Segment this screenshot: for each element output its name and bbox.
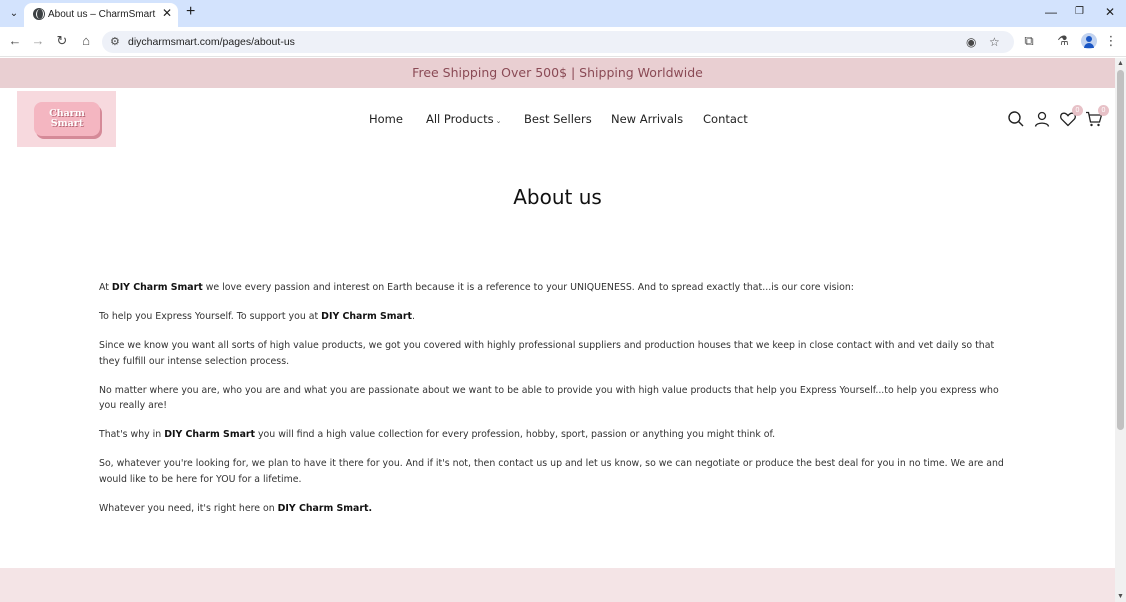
footer-band (0, 568, 1115, 602)
scroll-thumb[interactable] (1117, 70, 1124, 430)
restore-icon[interactable]: ❐ (1075, 3, 1084, 21)
paragraph: Since we know you want all sorts of high… (99, 340, 995, 367)
window-close-icon[interactable]: ✕ (1105, 3, 1115, 21)
address-bar[interactable]: ⚙ diycharmsmart.com/pages/about-us ◉ ☆ (102, 31, 1014, 53)
cart-count-badge: 0 (1098, 105, 1109, 116)
brand-name: DIY Charm Smart. (277, 502, 373, 514)
browser-toolbar: ← → ↻ ⌂ ⚙ diycharmsmart.com/pages/about-… (0, 27, 1126, 57)
announcement-bar: Free Shipping Over 500$ | Shipping World… (0, 58, 1115, 88)
paragraph: That's why in DIY Charm Smart you will f… (99, 429, 776, 440)
lab-icon[interactable]: ⚗ (1055, 33, 1071, 49)
nav-best-sellers[interactable]: Best Sellers (524, 112, 592, 126)
paragraph: Whatever you need, it's right here on DI… (99, 502, 373, 514)
announcement-text: Free Shipping Over 500$ | Shipping World… (412, 65, 703, 80)
scroll-down-icon[interactable]: ▼ (1117, 593, 1124, 600)
wishlist-count-badge: 0 (1072, 105, 1083, 116)
profile-icon[interactable] (1081, 33, 1097, 49)
wishlist-icon[interactable]: 0 (1059, 105, 1083, 128)
page-title: About us (513, 185, 602, 209)
extensions-icon[interactable]: ⧉ (1021, 33, 1037, 49)
chevron-down-icon: ⌄ (495, 117, 502, 125)
brand-name: DIY Charm Smart (321, 311, 412, 322)
paragraph: No matter where you are, who you are and… (99, 384, 999, 412)
tab-list-icon[interactable]: ⌄ (6, 6, 22, 22)
star-icon[interactable]: ☆ (989, 34, 1000, 50)
nav-new-arrivals[interactable]: New Arrivals (611, 112, 683, 126)
cart-icon[interactable]: 0 (1085, 105, 1109, 128)
tab-title: About us – CharmSmart (48, 9, 156, 20)
nav-home[interactable]: Home (369, 112, 403, 126)
eye-off-icon[interactable]: ◉ (966, 34, 976, 50)
back-icon[interactable]: ← (7, 33, 23, 49)
about-content: At DIY Charm Smart we love every passion… (99, 280, 1011, 530)
page-scrollbar[interactable]: ▲ ▼ (1115, 58, 1126, 602)
minimize-icon[interactable]: — (1045, 3, 1057, 21)
reload-icon[interactable]: ↻ (54, 33, 70, 49)
menu-icon[interactable]: ⋮ (1103, 33, 1119, 49)
site-info-icon[interactable]: ⚙ (110, 35, 120, 49)
logo-text: Charm Smart (49, 108, 85, 129)
browser-tabstrip: ⌄ About us – CharmSmart ✕ + — ❐ ✕ (0, 0, 1126, 27)
url-text[interactable]: diycharmsmart.com/pages/about-us (128, 36, 295, 48)
account-icon[interactable] (1033, 110, 1051, 128)
nav-all-products[interactable]: All Products ⌄ (426, 112, 501, 126)
logo-badge: Charm Smart (34, 102, 100, 136)
page-viewport: Free Shipping Over 500$ | Shipping World… (0, 58, 1115, 602)
brand-name: DIY Charm Smart (111, 282, 203, 293)
search-icon[interactable] (1007, 110, 1025, 128)
brand-name: DIY Charm Smart (164, 429, 256, 440)
paragraph: To help you Express Yourself. To support… (99, 311, 415, 322)
browser-tab[interactable]: About us – CharmSmart ✕ (24, 3, 178, 27)
nav-contact[interactable]: Contact (703, 112, 748, 126)
globe-icon (33, 8, 45, 20)
close-icon[interactable]: ✕ (162, 6, 172, 20)
scroll-up-icon[interactable]: ▲ (1117, 60, 1124, 67)
paragraph: So, whatever you're looking for, we plan… (99, 458, 1004, 485)
forward-icon[interactable]: → (30, 33, 46, 49)
paragraph: At DIY Charm Smart we love every passion… (99, 282, 854, 293)
new-tab-button[interactable]: + (186, 3, 195, 21)
home-icon[interactable]: ⌂ (78, 33, 94, 49)
site-logo[interactable]: Charm Smart (17, 91, 116, 147)
nav-all-products-label: All Products (426, 112, 494, 126)
